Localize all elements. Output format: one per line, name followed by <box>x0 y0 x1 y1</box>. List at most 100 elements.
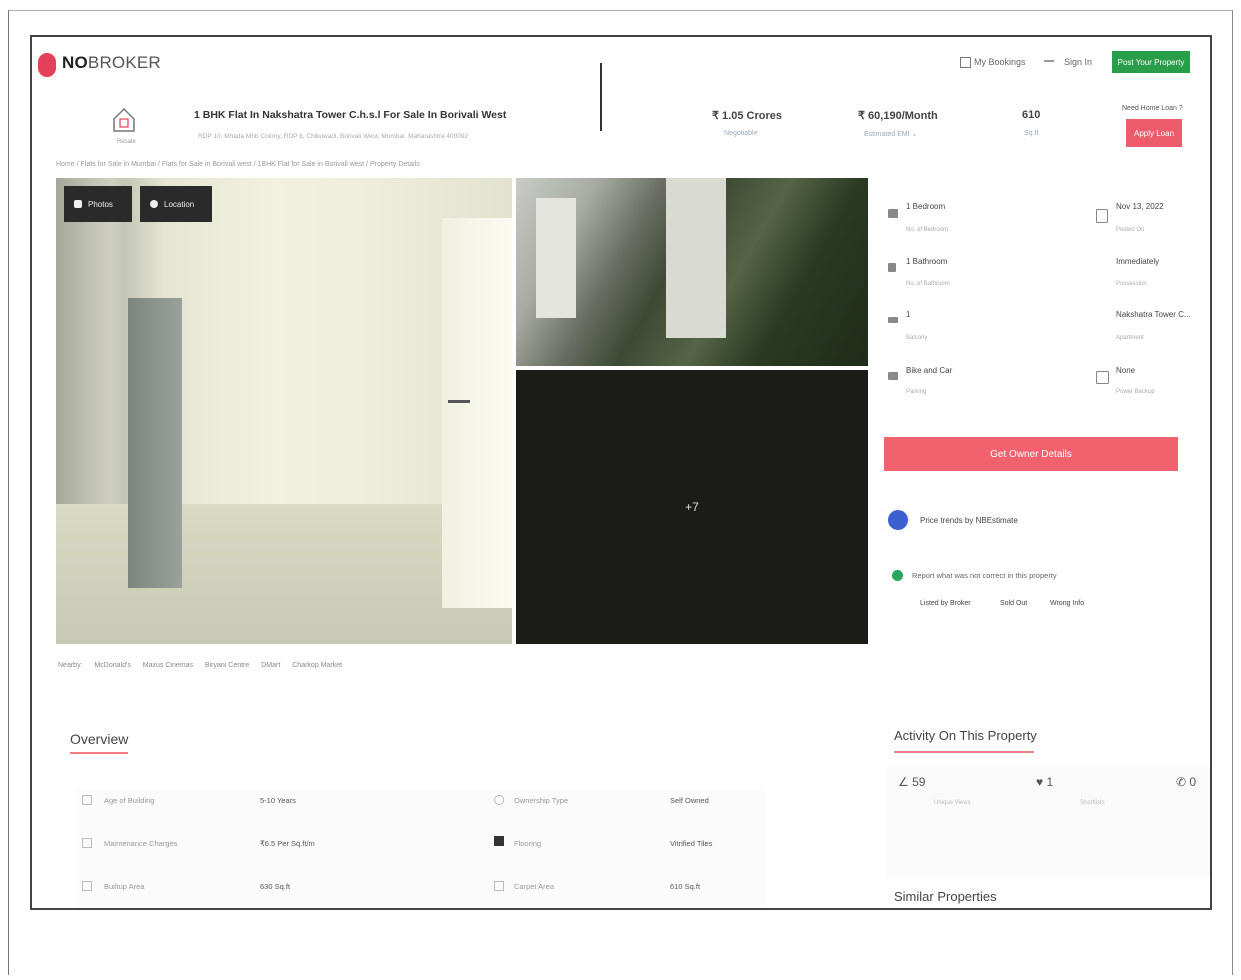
report-listed-by-broker[interactable]: Listed by Broker <box>920 600 971 607</box>
detail-bathroom-sub: No. of Bathroom <box>906 281 950 287</box>
activity-title: Activity On This Property <box>894 728 1037 743</box>
builtup-area-icon <box>82 881 92 891</box>
get-owner-details-button[interactable]: Get Owner Details <box>884 437 1178 471</box>
user-icon <box>1044 60 1054 62</box>
report-wrong-info[interactable]: Wrong Info <box>1050 600 1084 607</box>
logo-icon[interactable] <box>38 53 56 77</box>
divider <box>600 63 602 131</box>
overview-value: ₹6.5 Per Sq.ft/m <box>260 839 315 848</box>
detail-posted-on-sub: Posted On <box>1116 227 1145 233</box>
detail-power-backup: None <box>1116 366 1136 375</box>
price-negotiable: Negotiable <box>724 130 758 137</box>
detail-balcony-sub: Balcony <box>906 335 928 341</box>
overview-title: Overview <box>70 731 129 747</box>
balcony-icon <box>888 317 898 323</box>
overview-value: 610 Sq.ft <box>670 882 701 891</box>
price: ₹ 1.05 Crores <box>712 110 782 122</box>
overview-label: Flooring <box>514 839 542 848</box>
detail-apartment: Nakshatra Tower C... <box>1116 310 1191 319</box>
heart-icon: ♥ <box>1036 775 1047 789</box>
ownership-icon <box>494 795 504 805</box>
calendar-icon <box>960 57 971 68</box>
logo-broker: BROKER <box>87 53 161 72</box>
detail-bedroom-sub: No. of Bedroom <box>906 227 949 233</box>
maintenance-icon <box>82 838 92 848</box>
contacts-value: 0 <box>1189 775 1197 789</box>
overview-value: 630 Sq.ft <box>260 882 291 891</box>
price-trends-link[interactable]: Price trends by NBEstimate <box>920 516 1018 525</box>
main-photo[interactable]: Photos Location <box>56 178 512 644</box>
report-sold-out[interactable]: Sold Out <box>1000 600 1027 607</box>
nearby-place[interactable]: Maxus Cinemas <box>143 662 193 669</box>
shortlists-count: ♥ 1 <box>1036 775 1053 789</box>
detail-power-backup-sub: Power Backup <box>1116 389 1155 395</box>
overview-label: Carpet Area <box>514 882 555 891</box>
property-address: RDP 10, Mhada Mhb Colony, RDP 8, Chikuwa… <box>198 133 469 140</box>
detail-possession: Immediately <box>1116 257 1160 266</box>
detail-parking-sub: Parking <box>906 389 927 395</box>
bathroom-icon <box>888 263 896 272</box>
carpet-area-icon <box>494 881 504 891</box>
car-icon <box>888 372 898 380</box>
area-unit: Sq.ft <box>1024 130 1039 137</box>
emi-dropdown[interactable]: Estimated EMI ⌄ <box>864 130 917 138</box>
photo-door <box>128 298 182 588</box>
eye-icon: ∠ <box>898 775 913 789</box>
photos-button[interactable]: Photos <box>64 186 132 222</box>
overview-value: Vitrified Tiles <box>670 839 713 848</box>
flooring-icon <box>494 836 504 846</box>
overview-label: Ownership Type <box>514 796 569 805</box>
breadcrumb[interactable]: Home / Flats for Sale in Mumbai / Flats … <box>56 161 420 168</box>
property-title: 1 BHK Flat In Nakshatra Tower C.h.s.l Fo… <box>194 109 507 121</box>
price-trend-icon <box>888 510 908 530</box>
location-icon <box>150 200 158 208</box>
screenshot: NOBROKER My Bookings Sign In Post Your P… <box>30 35 1212 910</box>
photo-tower-left <box>536 198 576 318</box>
nearby-place[interactable]: McDonald's <box>94 662 130 669</box>
detail-posted-on: Nov 13, 2022 <box>1116 202 1164 211</box>
home-icon <box>113 107 135 132</box>
nearby-place[interactable]: DMart <box>261 662 280 669</box>
similar-properties-title: Similar Properties <box>894 889 997 904</box>
phone-icon: ✆ <box>1176 775 1190 789</box>
detail-parking: Bike and Car <box>906 366 953 375</box>
more-photos-count: +7 <box>685 500 699 514</box>
area: 610 <box>1022 109 1041 121</box>
contacts-count: ✆ 0 <box>1176 775 1196 789</box>
views-label: Unique Views <box>934 800 971 806</box>
logo-no: NO <box>62 53 88 72</box>
power-backup-icon <box>1096 371 1109 384</box>
nearby-place[interactable]: Charkop Market <box>292 662 342 669</box>
shortlists-label: Shortlists <box>1080 800 1105 806</box>
property-type-label: Resale <box>117 139 136 145</box>
logo[interactable]: NOBROKER <box>62 53 161 73</box>
loan-question: Need Home Loan ? <box>1122 105 1183 112</box>
post-property-button[interactable]: Post Your Property <box>1112 51 1190 73</box>
overview-value: 5-10 Years <box>260 796 296 805</box>
my-bookings-link[interactable]: My Bookings <box>974 57 1026 67</box>
detail-bedroom: 1 Bedroom <box>906 202 946 211</box>
calendar-icon <box>1096 209 1108 223</box>
location-button[interactable]: Location <box>140 186 212 222</box>
building-photo[interactable] <box>516 178 868 366</box>
detail-bathroom: 1 Bathroom <box>906 257 948 266</box>
overview-label: Maintenance Charges <box>104 839 178 848</box>
more-photos-tile[interactable]: +7 <box>516 370 868 644</box>
sign-in-link[interactable]: Sign In <box>1064 57 1092 67</box>
views-value: 59 <box>912 775 926 789</box>
detail-balcony: 1 <box>906 310 911 319</box>
apply-loan-button[interactable]: Apply Loan <box>1126 119 1182 147</box>
report-prompt: Report what was not correct in this prop… <box>912 571 1057 580</box>
overview-value: Self Owned <box>670 796 709 805</box>
bedroom-icon <box>888 209 898 218</box>
building-age-icon <box>82 795 92 805</box>
overview-table <box>76 789 766 907</box>
nearby-place[interactable]: Biryani Centre <box>205 662 249 669</box>
detail-possession-sub: Possession <box>1116 281 1147 287</box>
overview-underline <box>70 752 128 754</box>
location-label: Location <box>164 199 195 209</box>
photo-handle <box>448 400 470 403</box>
nearby-bar: Nearby: McDonald's Maxus Cinemas Biryani… <box>58 662 352 669</box>
photos-label: Photos <box>88 199 113 209</box>
overview-label: Age of Building <box>104 796 155 805</box>
